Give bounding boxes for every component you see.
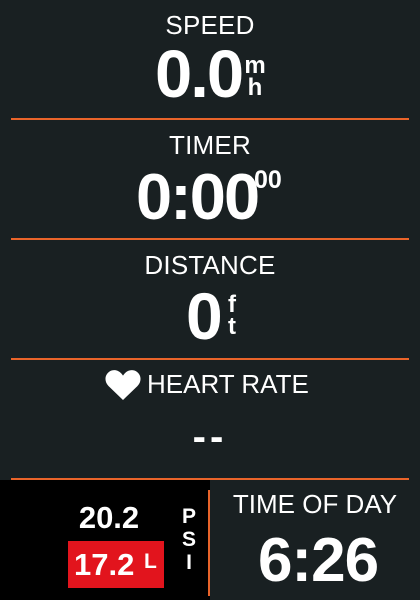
heart-icon <box>105 370 141 400</box>
time-of-day-value: 6:26 <box>257 526 379 595</box>
speed-value: 0.0 <box>155 37 244 112</box>
distance-label: DISTANCE <box>144 250 276 280</box>
low-pressure-indicator: L <box>144 550 157 573</box>
timer-hundredths: 00 <box>254 166 282 194</box>
speed-field: SPEED 0.0 m h <box>0 0 420 120</box>
tire-pressure-panel: 20.2 17.2 L P S I <box>0 480 210 600</box>
rear-tire-pressure: 17.2 <box>74 547 135 582</box>
heart-rate-label-row: HEART RATE <box>104 367 324 401</box>
distance-readout: 0 f t <box>186 283 246 349</box>
timer-label: TIMER <box>169 130 251 160</box>
distance-divider <box>11 358 409 360</box>
pressure-unit-i: I <box>186 551 192 574</box>
timer-main-value: 0:00 <box>136 160 260 233</box>
front-tire-pressure: 20.2 <box>78 500 140 535</box>
time-of-day-label: TIME OF DAY <box>232 489 398 519</box>
speed-unit-bottom: h <box>247 74 263 101</box>
bike-computer-screen: SPEED 0.0 m h TIMER 0:00 00 DISTANCE 0 f… <box>0 0 420 600</box>
timer-readout: 0:00 00 <box>136 160 296 233</box>
rear-tire-pressure-alert: 17.2 L <box>68 541 164 588</box>
bottom-status-bar: 20.2 17.2 L P S I TIME OF DAY 6:26 <box>0 480 420 600</box>
heart-rate-label: HEART RATE <box>147 369 309 399</box>
pressure-unit-s: S <box>181 528 196 551</box>
speed-readout: 0.0 m h <box>155 37 285 112</box>
speed-unit: m h <box>241 54 269 101</box>
pressure-unit-p: P <box>181 505 196 528</box>
bottom-divider <box>208 490 210 596</box>
heart-rate-value: -- <box>192 415 228 459</box>
distance-unit: f t <box>218 293 246 340</box>
pressure-unit: P S I <box>181 505 197 574</box>
distance-unit-bottom: t <box>228 313 236 340</box>
